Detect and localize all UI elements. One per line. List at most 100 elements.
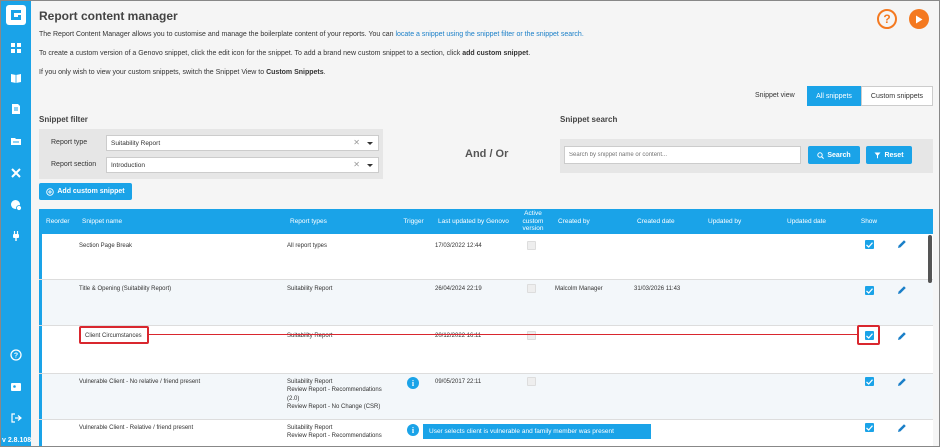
snippet-name: Vulnerable Client - Relative / friend pr… xyxy=(79,425,194,431)
intro-line-1: The Report Content Manager allows you to… xyxy=(39,31,584,38)
active-custom-checkbox[interactable] xyxy=(527,284,536,293)
col-show[interactable]: Show xyxy=(850,209,888,234)
custom-snippets-toggle[interactable]: Custom snippets xyxy=(861,86,933,106)
active-custom-checkbox[interactable] xyxy=(527,241,536,250)
snippet-filter-panel: Report type Suitability Report ✕ Report … xyxy=(39,129,383,179)
show-checkbox[interactable] xyxy=(865,377,874,386)
search-button-label: Search xyxy=(827,151,851,159)
report-type-value: Suitability Report xyxy=(111,139,161,147)
version-label: v 2.8.108 xyxy=(2,437,32,444)
snippet-search-title: Snippet search xyxy=(560,115,618,124)
intro-text: . xyxy=(528,50,531,57)
row-marker xyxy=(39,420,42,446)
intro-line-2: To create a custom version of a Genovo s… xyxy=(39,50,530,57)
col-created-by[interactable]: Created by xyxy=(555,209,631,234)
trigger-info-icon[interactable]: i xyxy=(407,424,419,436)
reset-button[interactable]: Reset xyxy=(866,146,912,164)
active-custom-checkbox[interactable] xyxy=(527,331,536,340)
report-types: All report types xyxy=(287,242,327,250)
tools-icon[interactable] xyxy=(9,166,23,180)
svg-text:?: ? xyxy=(14,353,18,360)
caret-down-icon[interactable] xyxy=(367,164,373,167)
and-or-label: And / Or xyxy=(465,148,509,160)
report-type-item: Suitability Report xyxy=(287,286,333,292)
play-video-icon[interactable] xyxy=(909,9,929,29)
col-report-types[interactable]: Report types xyxy=(287,209,387,234)
report-type-label: Report type xyxy=(51,139,88,146)
row-marker xyxy=(39,234,42,279)
check-icon xyxy=(866,241,873,248)
report-type-item: Review Report - Recommendations xyxy=(287,433,382,440)
report-type-item: Suitability Report xyxy=(287,379,333,385)
col-updated-by[interactable]: Updated by xyxy=(705,209,781,234)
snippet-name: Title & Opening (Suitability Report) xyxy=(79,286,172,292)
edit-pencil-icon[interactable] xyxy=(897,331,907,341)
help-icon[interactable]: ? xyxy=(877,9,897,29)
snippet-filter-title: Snippet filter xyxy=(39,115,88,124)
logout-icon[interactable] xyxy=(9,411,23,425)
show-checkbox[interactable] xyxy=(865,240,874,249)
dashboard-icon[interactable] xyxy=(9,41,23,55)
report-types: Suitability Report xyxy=(287,285,332,293)
report-types: Suitability Report Review Report - Recom… xyxy=(287,424,382,441)
active-custom-checkbox[interactable] xyxy=(527,377,536,386)
intro-line-3: If you only wish to view your custom sni… xyxy=(39,69,326,76)
main-content: Report content manager ? The Report Cont… xyxy=(31,1,939,446)
show-checkbox[interactable] xyxy=(865,423,874,432)
snippet-view-label: Snippet view xyxy=(755,92,795,99)
intro-bold: Custom Snippets xyxy=(266,69,324,76)
show-checkbox[interactable] xyxy=(865,286,874,295)
sidebar: ? v 2.8.108 xyxy=(1,1,32,446)
snippet-search-panel: Search Reset xyxy=(560,139,933,173)
filter-reset-icon xyxy=(874,152,881,158)
table-row[interactable]: Vulnerable Client - No relative / friend… xyxy=(39,374,933,420)
table-header: Reorder Snippet name Report types Trigge… xyxy=(39,209,933,234)
last-updated: 17/03/2022 12:44 xyxy=(435,243,482,249)
all-snippets-toggle[interactable]: All snippets xyxy=(807,86,861,106)
col-snippet-name[interactable]: Snippet name xyxy=(79,209,279,234)
edit-pencil-icon[interactable] xyxy=(897,239,907,249)
col-trigger[interactable]: Trigger xyxy=(394,209,433,234)
document-icon[interactable] xyxy=(9,102,23,116)
clear-icon[interactable]: ✕ xyxy=(353,160,360,169)
table-row[interactable]: Section Page Break All report types 17/0… xyxy=(39,234,933,280)
report-section-value: Introduction xyxy=(111,161,145,169)
intro-text: To create a custom version of a Genovo s… xyxy=(39,50,463,57)
intro-text: If you only wish to view your custom sni… xyxy=(39,69,267,76)
edit-pencil-icon[interactable] xyxy=(897,377,907,387)
search-button[interactable]: Search xyxy=(808,146,860,164)
trigger-info-icon[interactable]: i xyxy=(407,377,419,389)
snippet-search-input[interactable] xyxy=(564,146,801,164)
report-section-select[interactable]: Introduction ✕ xyxy=(106,157,379,173)
edit-pencil-icon[interactable] xyxy=(897,423,907,433)
table-row[interactable]: Title & Opening (Suitability Report) Sui… xyxy=(39,280,933,326)
check-icon xyxy=(866,424,873,431)
library-icon[interactable] xyxy=(9,71,23,85)
help-circle-icon[interactable]: ? xyxy=(9,348,23,362)
edit-pencil-icon[interactable] xyxy=(897,285,907,295)
col-active-custom[interactable]: Active custom version xyxy=(513,209,553,234)
reset-button-label: Reset xyxy=(884,151,904,159)
folder-icon[interactable] xyxy=(9,134,23,148)
settings-globe-icon[interactable] xyxy=(9,198,23,212)
highlight-show-checkbox-box xyxy=(857,325,880,345)
highlight-snippet-name-box xyxy=(79,326,149,344)
highlight-connector-line xyxy=(149,334,857,335)
plug-icon[interactable] xyxy=(9,229,23,243)
report-types: Suitability Report Review Report - Recom… xyxy=(287,378,382,412)
clear-icon[interactable]: ✕ xyxy=(353,138,360,147)
locate-snippet-link[interactable]: locate a snippet using the snippet filte… xyxy=(395,31,583,38)
report-type-item: Suitability Report xyxy=(287,425,333,431)
report-type-select[interactable]: Suitability Report ✕ xyxy=(106,135,379,151)
caret-down-icon[interactable] xyxy=(367,142,373,145)
col-last-updated[interactable]: Last updated by Genovo xyxy=(435,209,511,234)
snippet-name: Vulnerable Client - No relative / friend… xyxy=(79,379,201,385)
add-custom-snippet-button[interactable]: Add custom snippet xyxy=(39,183,132,200)
col-created-date[interactable]: Created date xyxy=(634,209,702,234)
genovo-logo-icon[interactable] xyxy=(6,5,26,25)
contacts-icon[interactable] xyxy=(9,380,23,394)
table-scrollbar[interactable] xyxy=(928,235,932,283)
report-type-item: All report types xyxy=(287,243,328,249)
col-updated-date[interactable]: Updated date xyxy=(784,209,849,234)
col-reorder[interactable]: Reorder xyxy=(43,209,72,234)
